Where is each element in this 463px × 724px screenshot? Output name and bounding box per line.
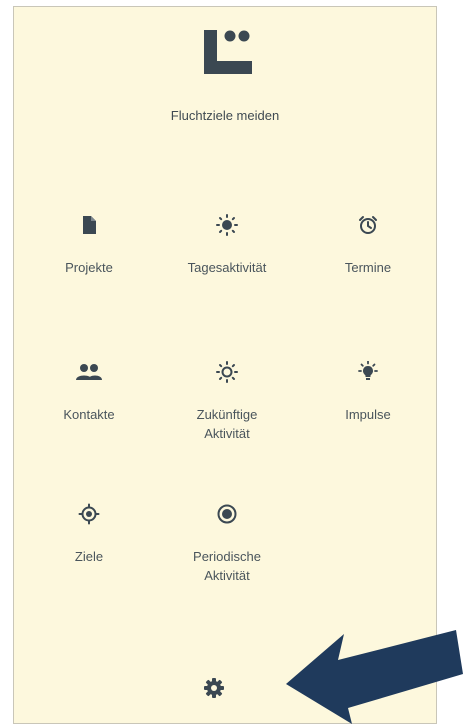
sun-outline-icon [216,361,238,383]
target-icon [78,503,100,525]
menu-item-projekte[interactable]: Projekte [19,214,159,277]
app-title: Fluchtziele meiden [170,108,280,123]
menu-item-zukuenftige-aktivitaet[interactable]: Zukünftige Aktivität [157,361,297,443]
lightbulb-icon [358,361,378,380]
app-screen: Fluchtziele meiden Projekte Tagesaktivit… [13,6,437,724]
menu-item-termine[interactable]: Termine [298,214,438,277]
menu-item-label: Zukünftige Aktivität [196,407,258,441]
menu-item-label: Kontakte [63,407,115,422]
people-icon [76,364,102,380]
gear-icon[interactable] [203,677,225,699]
radio-target-icon [217,504,237,524]
menu-item-label: Projekte [65,260,113,275]
menu-item-label: Tagesaktivität [187,260,267,275]
menu-item-label: Ziele [74,549,104,564]
menu-item-kontakte[interactable]: Kontakte [19,361,159,424]
document-icon [83,216,96,234]
menu-item-periodische-aktivitaet[interactable]: Periodische Aktivität [157,503,297,585]
alarm-clock-icon [359,216,377,234]
menu-item-tagesaktivitaet[interactable]: Tagesaktivität [157,214,297,277]
menu-item-ziele[interactable]: Ziele [19,503,159,566]
app-logo-icon [204,30,252,74]
menu-item-label: Termine [344,260,392,275]
pointer-arrow-annotation [286,630,463,724]
menu-item-label: Periodische Aktivität [193,549,261,583]
menu-item-label: Impulse [345,407,391,422]
sun-icon [216,214,238,236]
menu-item-impulse[interactable]: Impulse [298,361,438,424]
